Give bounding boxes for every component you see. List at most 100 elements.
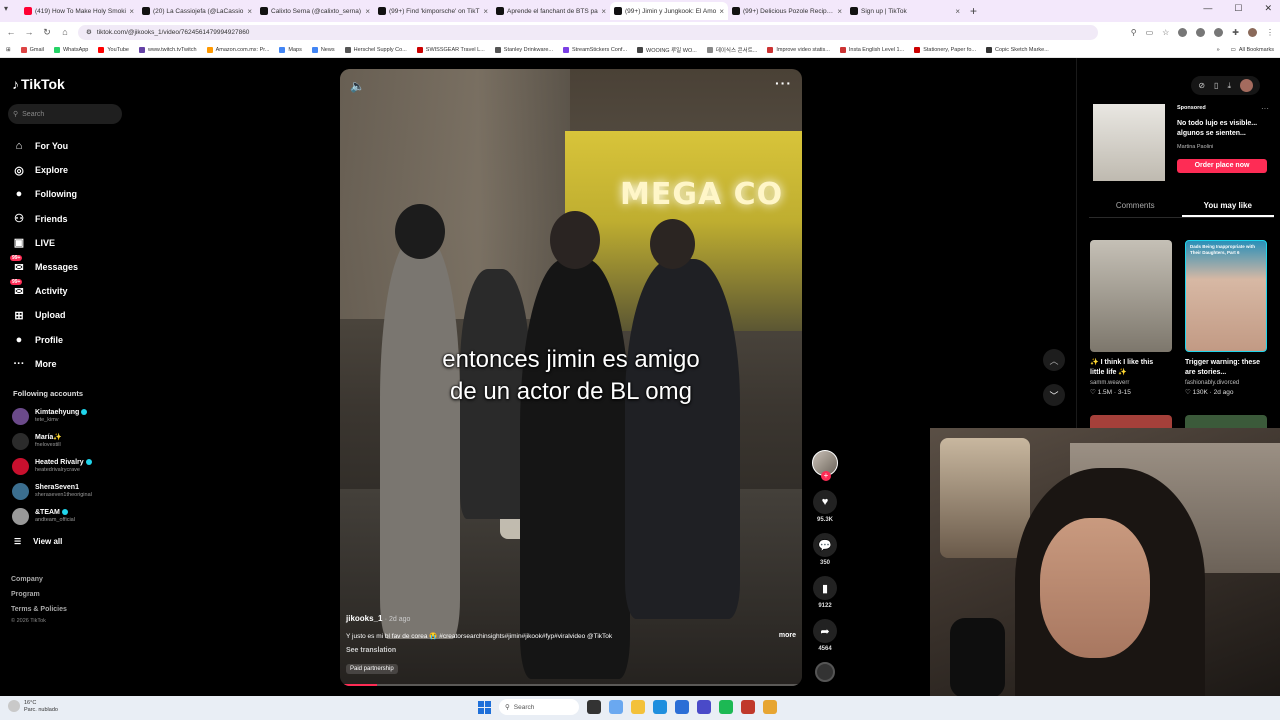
follow-plus-icon[interactable]: + — [821, 471, 831, 481]
tab-close-icon[interactable]: × — [719, 7, 724, 16]
browser-tab[interactable]: (99+) Delicious Pozole Recipe fo × — [728, 2, 846, 20]
tab-close-icon[interactable]: × — [483, 7, 488, 16]
recommended-thumbnail[interactable]: Dads Being Inappropriate with Their Daug… — [1185, 240, 1267, 352]
edge-icon[interactable] — [653, 700, 667, 714]
bookmark-item[interactable]: Stationery, Paper fo... — [914, 46, 976, 54]
weather-widget[interactable]: 16°C Parc. nublado — [8, 700, 58, 714]
browser-tab[interactable]: (99+) Jimin y Jungkook: El Amo × — [610, 2, 728, 20]
comment-button[interactable]: 💬 350 — [810, 533, 840, 566]
bookmark-item[interactable]: Copic Sketch Marke... — [986, 46, 1049, 54]
bookmark-item[interactable]: www.twitch.tvTwitch — [138, 46, 197, 54]
user-avatar[interactable] — [1240, 79, 1253, 92]
taskbar-search[interactable]: ⚲ Search — [499, 699, 579, 715]
browser-tab[interactable]: (20) La Cassiojefa (@LaCassio × — [138, 2, 256, 20]
home-button[interactable]: ⌂ — [60, 27, 70, 37]
bookmark-item[interactable]: Maps — [279, 46, 302, 54]
url-input[interactable]: ⚙ tiktok.com/@jikooks_1/video/7624561479… — [78, 24, 1098, 40]
browser-tab[interactable]: Calixto Serna (@calixto_serna) × — [256, 2, 374, 20]
browser-menu-icon[interactable]: ⋮ — [1266, 28, 1274, 37]
sidebar-item-friends[interactable]: ⚇ Friends — [12, 207, 130, 231]
recommended-video[interactable]: ✨ I think I like this little life ✨ samm… — [1090, 240, 1175, 396]
ad-thumbnail[interactable] — [1093, 104, 1165, 181]
search-input[interactable]: ⚲ Search — [8, 104, 122, 124]
footer-link-program[interactable]: Program — [11, 588, 67, 603]
following-account[interactable]: Kimtaehyung tete_kimv — [12, 404, 130, 429]
bookmark-item[interactable]: WhatsApp — [53, 46, 88, 54]
video-player[interactable]: MEGA CO entonces jimin es amigo de un ac… — [340, 69, 802, 686]
browser-tab[interactable]: Sign up | TikTok × — [846, 2, 964, 20]
bookmark-item[interactable]: Improve video statis... — [767, 46, 830, 54]
video-author[interactable]: jikooks_1 · 2d ago — [346, 614, 796, 623]
tab-close-icon[interactable]: × — [247, 7, 252, 16]
bookmark-item[interactable]: Insta English Level 1... — [839, 46, 904, 54]
ad-more-icon[interactable]: ··· — [1261, 104, 1269, 113]
store-icon[interactable] — [675, 700, 689, 714]
coin-icon[interactable]: ⊘ — [1198, 81, 1205, 90]
file-explorer-icon[interactable] — [631, 700, 645, 714]
volume-icon[interactable]: 🔈 — [350, 79, 365, 93]
spotify-icon[interactable] — [719, 700, 733, 714]
sidebar-item-for-you[interactable]: ⌂ For You — [12, 134, 130, 158]
tab-close-icon[interactable]: × — [365, 7, 370, 16]
tab-you-may-like[interactable]: You may like — [1181, 198, 1274, 217]
new-tab-button[interactable]: + — [970, 4, 977, 18]
tab-close-icon[interactable]: × — [129, 7, 134, 16]
music-disc-icon[interactable] — [815, 662, 835, 682]
video-more-options-icon[interactable]: ··· — [775, 75, 792, 91]
bookmark-item[interactable]: News — [311, 46, 335, 54]
extensions-puzzle-icon[interactable]: ✚ — [1232, 28, 1239, 37]
tab-search-icon[interactable]: ▾ — [4, 4, 8, 13]
app-icon[interactable] — [741, 700, 755, 714]
bookmark-item[interactable]: StreamStickers Conf... — [563, 46, 627, 54]
tab-comments[interactable]: Comments — [1089, 198, 1182, 217]
cast-icon[interactable]: ▭ — [1146, 28, 1154, 37]
maximize-button[interactable]: ☐ — [1234, 3, 1242, 14]
see-translation-link[interactable]: See translation — [346, 647, 796, 654]
view-all-button[interactable]: ☰ View all — [14, 537, 62, 546]
back-button[interactable]: ← — [6, 27, 16, 37]
recommended-thumbnail-partial[interactable] — [1090, 415, 1172, 429]
bookmark-item[interactable]: Amazon.com.mx: Pr... — [206, 46, 269, 54]
bookmark-item[interactable]: Herschel Supply Co... — [344, 46, 407, 54]
sponsored-ad[interactable]: Sponsored ··· No todo lujo es visible...… — [1093, 104, 1273, 184]
next-video-button[interactable]: ﹀ — [1043, 384, 1065, 406]
recommended-thumbnail[interactable] — [1090, 240, 1172, 352]
footer-link-terms[interactable]: Terms & Policies — [11, 603, 67, 618]
browser-tab[interactable]: (419) How To Make Holy Smoki × — [20, 2, 138, 20]
chrome-icon[interactable] — [763, 700, 777, 714]
bookmark-item[interactable]: SWISSGEAR Travel L... — [416, 46, 485, 54]
extension-icon[interactable] — [1196, 27, 1206, 37]
minimize-button[interactable]: — — [1203, 3, 1212, 14]
device-icon[interactable]: ▯ — [1214, 81, 1218, 90]
bookmark-item[interactable]: 데이식스 콘서트... — [706, 46, 757, 54]
forward-button[interactable]: → — [24, 27, 34, 37]
description-more-button[interactable]: more — [779, 632, 796, 640]
bookmark-item[interactable]: Gmail — [20, 46, 44, 54]
tiktok-logo[interactable]: ♪ TikTok — [12, 76, 65, 92]
site-info-icon[interactable]: ⚙ — [86, 28, 92, 36]
more-bookmarks-button[interactable]: » — [1217, 47, 1220, 53]
recommended-thumbnail-partial[interactable] — [1185, 415, 1267, 429]
share-button[interactable]: ➦ 4564 — [810, 619, 840, 652]
creator-avatar[interactable]: + — [812, 450, 838, 481]
sidebar-item-activity[interactable]: ✉ 99+ Activity — [10, 279, 130, 303]
recommended-author[interactable]: samm.weaverr — [1090, 380, 1175, 386]
ad-cta-button[interactable]: Order place now — [1177, 159, 1267, 173]
zoom-app-icon[interactable] — [697, 700, 711, 714]
bookmark-item[interactable]: WOOING 루일 WO... — [637, 46, 697, 54]
browser-tab[interactable]: (99+) Find 'kimporsche' on TikT × — [374, 2, 492, 20]
task-view-icon[interactable] — [587, 700, 601, 714]
sidebar-item-live[interactable]: ▣ LIVE — [12, 231, 130, 255]
following-account[interactable]: SheraSeven1 sheraseven1theoriginal — [12, 479, 130, 504]
tab-close-icon[interactable]: × — [601, 7, 606, 16]
download-icon[interactable]: ⤓ — [1227, 81, 1231, 91]
extension-icon[interactable] — [1178, 27, 1188, 37]
reload-button[interactable]: ↻ — [42, 27, 52, 38]
sidebar-item-messages[interactable]: ✉ 99+ Messages — [10, 255, 130, 279]
like-button[interactable]: ♥ 95.3K — [810, 490, 840, 523]
bookmark-star-icon[interactable]: ☆ — [1162, 28, 1169, 37]
browser-profile-avatar[interactable] — [1248, 27, 1257, 37]
save-button[interactable]: ▮ 9122 — [810, 576, 840, 609]
sidebar-item-profile[interactable]: ● Profile — [12, 328, 130, 352]
following-account[interactable]: &TEAM andteam_official — [12, 504, 130, 529]
